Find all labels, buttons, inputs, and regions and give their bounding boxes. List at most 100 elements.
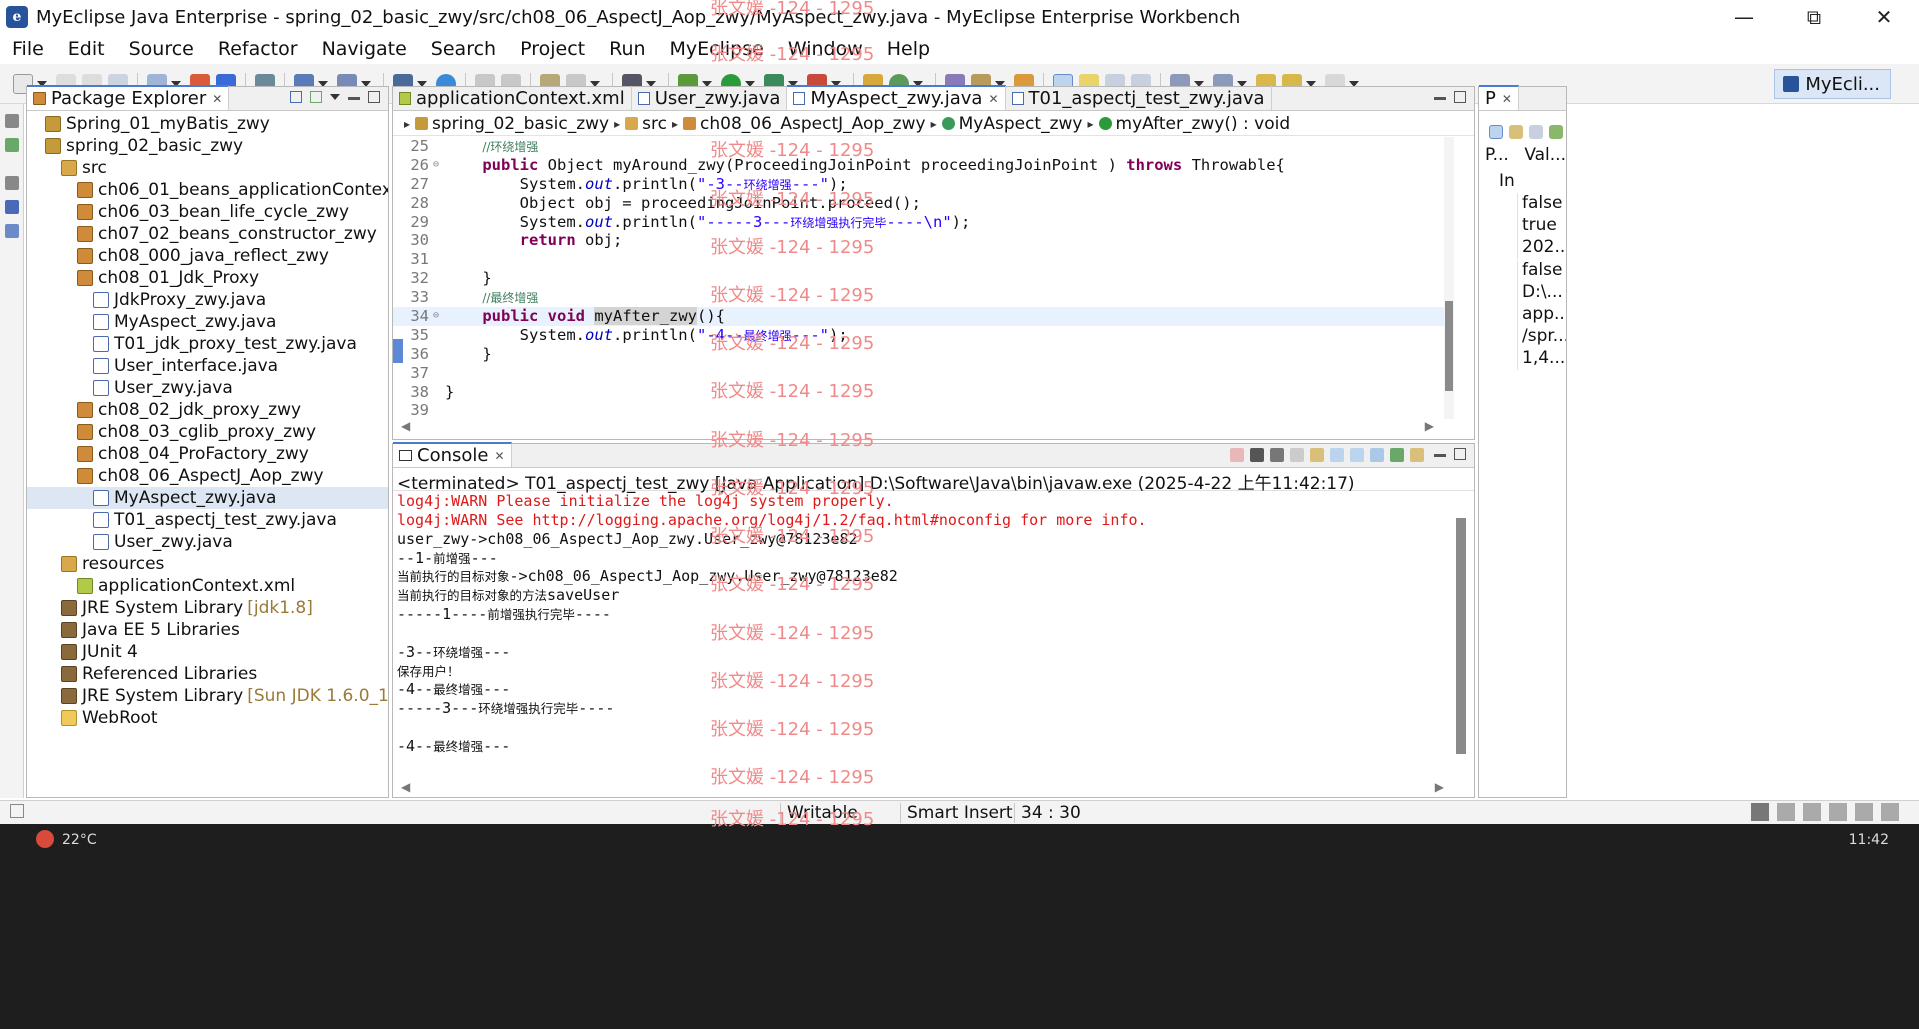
breadcrumb-item[interactable]: spring_02_basic_zwy (432, 114, 609, 134)
tree-item[interactable]: ch06_01_beans_applicationContext_zwy (27, 179, 388, 201)
outline-view-icon[interactable] (5, 200, 19, 214)
breadcrumb-item[interactable]: ch08_06_AspectJ_Aop_zwy (700, 114, 926, 134)
open-console-icon[interactable] (1410, 448, 1424, 462)
tree-item[interactable]: JRE System Library[Sun JDK 1.6.0_13] (27, 685, 388, 707)
tree-item[interactable]: MyAspect_zwy.java (27, 487, 388, 509)
fold-icon[interactable] (433, 345, 445, 364)
tray-icon-2[interactable] (1803, 803, 1821, 821)
close-button[interactable]: ✕ (1849, 0, 1919, 34)
tab-package-explorer[interactable]: Package Explorer ✕ (27, 85, 230, 110)
property-column-header[interactable]: P... (1479, 145, 1518, 167)
maximize-view-icon[interactable] (368, 91, 380, 103)
advanced-icon[interactable] (1509, 125, 1523, 139)
minimize-button[interactable]: — (1709, 0, 1779, 34)
editor-horizontal-scrollbar[interactable]: ◀ ▶ (401, 419, 1434, 433)
menu-window[interactable]: Window (776, 34, 875, 64)
menu-myeclipse[interactable]: MyEclipse (658, 34, 776, 64)
property-row[interactable]: 202... (1479, 237, 1566, 260)
tree-item[interactable]: ch08_02_jdk_proxy_zwy (27, 399, 388, 421)
menu-source[interactable]: Source (117, 34, 206, 64)
fold-icon[interactable] (433, 269, 445, 288)
terminate-icon[interactable] (1230, 448, 1244, 462)
tray-icon-3[interactable] (1829, 803, 1847, 821)
close-icon[interactable]: ✕ (988, 92, 998, 106)
fold-icon[interactable] (433, 401, 445, 419)
chevron-right-icon[interactable]: ▸ (1087, 117, 1093, 131)
minimize-editor-icon[interactable] (1434, 97, 1446, 100)
value-column-header[interactable]: Val... (1518, 145, 1566, 167)
tree-item[interactable]: ch06_03_bean_life_cycle_zwy (27, 201, 388, 223)
editor-tab[interactable]: MyAspect_zwy.java ✕ (787, 85, 1006, 110)
display-console-icon[interactable] (1390, 448, 1404, 462)
editor-vertical-scrollbar[interactable] (1444, 137, 1454, 419)
property-row[interactable]: /spr... (1479, 326, 1566, 349)
tab-console[interactable]: Console ✕ (393, 442, 512, 467)
pin-console-icon[interactable] (1370, 448, 1384, 462)
menu-help[interactable]: Help (875, 34, 942, 64)
tree-item[interactable]: Java EE 5 Libraries (27, 619, 388, 641)
scroll-lock-icon[interactable] (1310, 448, 1324, 462)
clear-console-icon[interactable] (1290, 448, 1304, 462)
tree-item[interactable]: MyAspect_zwy.java (27, 311, 388, 333)
weather-widget[interactable]: 22°C (62, 832, 97, 848)
property-row[interactable]: true (1479, 215, 1566, 238)
breadcrumb-item[interactable]: myAfter_zwy() : void (1116, 114, 1291, 134)
minimize-view-icon[interactable] (348, 97, 360, 100)
fold-icon[interactable]: ⊖ (433, 156, 445, 175)
tree-item[interactable]: src (27, 157, 388, 179)
filter-icon[interactable] (1529, 125, 1543, 139)
menu-project[interactable]: Project (508, 34, 597, 64)
show-on-error-icon[interactable] (1350, 448, 1364, 462)
collapse-all-icon[interactable] (290, 91, 302, 103)
fold-icon[interactable] (433, 194, 445, 213)
remove-all-terminated-icon[interactable] (1270, 448, 1284, 462)
fold-icon[interactable] (433, 231, 445, 250)
property-row[interactable]: D:\... (1479, 281, 1566, 304)
fold-icon[interactable] (433, 326, 445, 345)
property-row[interactable]: app... (1479, 304, 1566, 326)
menu-navigate[interactable]: Navigate (310, 34, 419, 64)
tree-item[interactable]: ch08_000_java_reflect_zwy (27, 245, 388, 267)
tree-item[interactable]: applicationContext.xml (27, 575, 388, 597)
input-method-icon[interactable] (1751, 803, 1769, 821)
tree-item[interactable]: User_zwy.java (27, 531, 388, 553)
maximize-button[interactable]: ⧉ (1779, 0, 1849, 34)
chevron-right-icon[interactable]: ▸ (614, 117, 620, 131)
minimize-console-icon[interactable] (1434, 454, 1446, 457)
tree-item[interactable]: ch08_04_ProFactory_zwy (27, 443, 388, 465)
view-menu-icon[interactable] (330, 94, 340, 100)
tree-item[interactable]: Spring_01_myBatis_zwy (27, 113, 388, 135)
servers-view-icon[interactable] (5, 224, 19, 238)
property-row[interactable]: false (1479, 193, 1566, 215)
fold-icon[interactable] (433, 288, 445, 307)
tray-icon-5[interactable] (1881, 803, 1899, 821)
editor-tab[interactable]: T01_aspectj_test_zwy.java (1006, 86, 1272, 110)
fold-icon[interactable] (433, 250, 445, 269)
tree-item[interactable]: ch08_06_AspectJ_Aop_zwy (27, 465, 388, 487)
editor-tab[interactable]: User_zwy.java (632, 86, 788, 110)
fold-icon[interactable] (433, 383, 445, 402)
fast-view-icon[interactable] (10, 804, 24, 818)
restore-view-icon-2[interactable] (5, 176, 19, 190)
property-group[interactable]: In (1479, 171, 1566, 193)
menu-refactor[interactable]: Refactor (206, 34, 310, 64)
tray-icon-4[interactable] (1855, 803, 1873, 821)
link-with-editor-icon[interactable] (310, 91, 322, 103)
fold-icon[interactable] (433, 364, 445, 383)
console-output[interactable]: log4j:WARN Please initialize the log4j s… (393, 492, 1452, 782)
fold-icon[interactable]: ⊖ (433, 307, 445, 326)
fold-icon[interactable] (433, 213, 445, 232)
menu-run[interactable]: Run (597, 34, 657, 64)
tray-icon-1[interactable] (1777, 803, 1795, 821)
restore-default-icon[interactable] (1549, 125, 1563, 139)
categories-icon[interactable] (1489, 125, 1503, 139)
tree-item[interactable]: resources (27, 553, 388, 575)
menu-file[interactable]: File (0, 34, 56, 64)
show-on-output-icon[interactable] (1330, 448, 1344, 462)
tab-properties[interactable]: P ✕ (1479, 85, 1519, 110)
maximize-editor-icon[interactable] (1454, 91, 1466, 103)
property-row[interactable]: 1,4... (1479, 348, 1566, 371)
breadcrumb-item[interactable]: src (642, 114, 667, 134)
tree-item[interactable]: JRE System Library [jdk1.8] (27, 597, 388, 619)
fold-icon[interactable] (433, 175, 445, 194)
